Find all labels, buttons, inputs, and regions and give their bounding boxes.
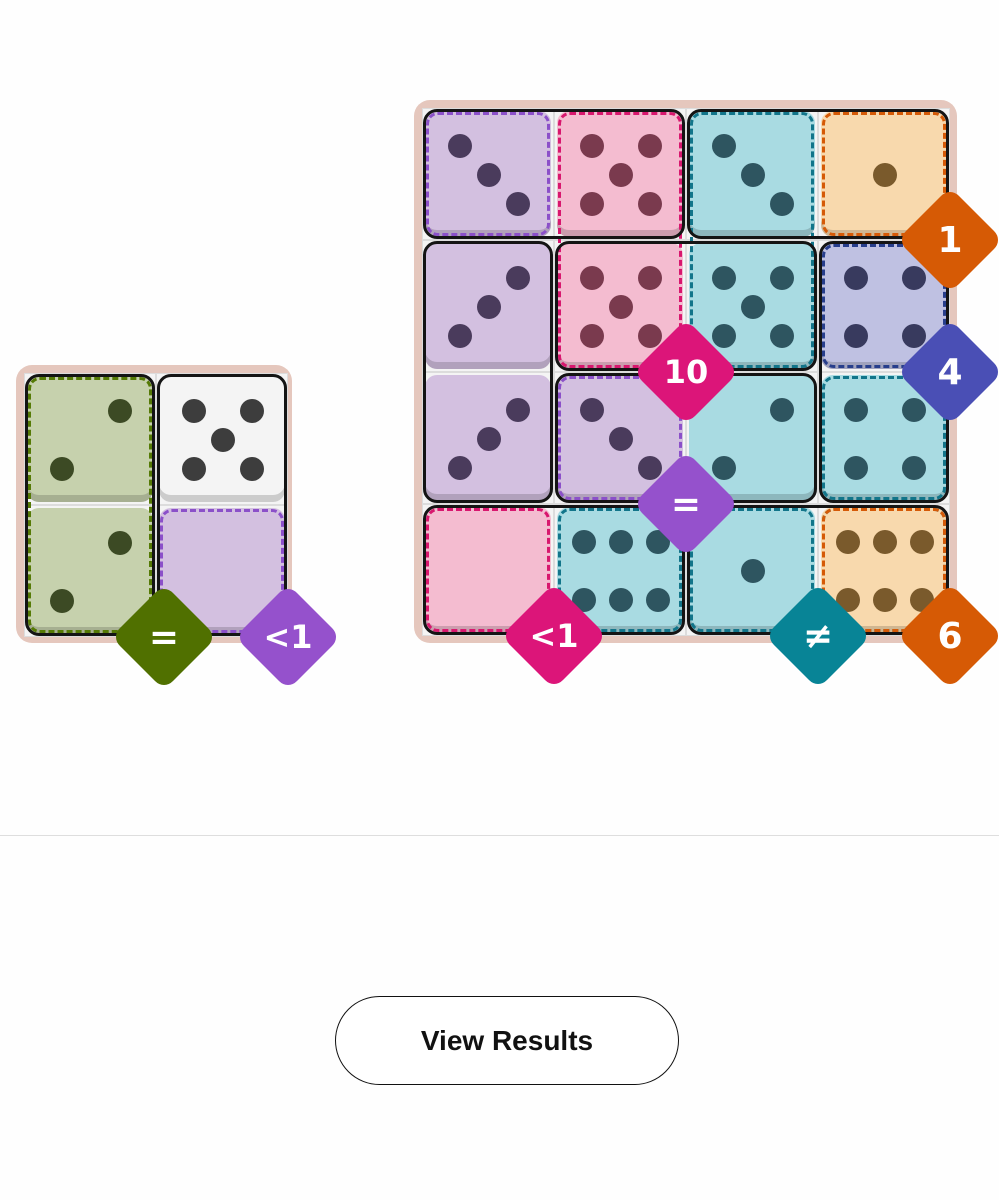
die-pip xyxy=(770,192,795,217)
constraint-badge: 10 xyxy=(634,320,738,424)
die-pip xyxy=(770,397,795,422)
die-pip xyxy=(447,324,472,349)
die-pip xyxy=(579,133,604,158)
constraint-label: <1 xyxy=(263,618,313,656)
die-pip xyxy=(609,588,633,613)
die-pip xyxy=(181,457,206,482)
board-cell[interactable] xyxy=(686,108,818,240)
die-pip xyxy=(609,295,633,319)
die-pip xyxy=(579,397,604,422)
die-pip xyxy=(873,588,897,613)
constraint-label: 4 xyxy=(937,351,963,393)
board-cell[interactable] xyxy=(554,108,686,240)
die-pip xyxy=(638,192,663,217)
die-pip xyxy=(579,265,604,290)
die-pip xyxy=(108,398,133,423)
die-pip xyxy=(609,163,633,187)
die-pip xyxy=(447,456,472,481)
die-pip xyxy=(211,428,235,452)
die-pip xyxy=(843,456,868,481)
constraint-label: ≠ xyxy=(802,615,834,657)
view-results-button[interactable]: View Results xyxy=(335,996,679,1085)
die-pip xyxy=(477,163,501,187)
die-pip xyxy=(741,163,765,187)
constraint-badge: ≠ xyxy=(766,584,870,688)
constraint-badge: 6 xyxy=(898,584,999,688)
die-pip xyxy=(609,529,633,554)
die-pip xyxy=(49,457,74,482)
board-cell[interactable] xyxy=(156,373,288,505)
die-pip xyxy=(645,588,670,613)
die-pip xyxy=(836,529,861,554)
constraint-label: 1 xyxy=(937,219,963,261)
die-pip xyxy=(572,529,597,554)
die-pip xyxy=(506,265,531,290)
die-pip xyxy=(240,457,265,482)
constraint-label: <1 xyxy=(529,617,579,655)
die-pip xyxy=(873,529,897,554)
die-pip xyxy=(902,456,927,481)
constraint-label: = xyxy=(670,483,702,525)
constraint-label: 10 xyxy=(663,353,709,391)
die-pip xyxy=(741,295,765,319)
die-pip xyxy=(579,192,604,217)
die-pip xyxy=(609,427,633,451)
die-pip xyxy=(843,324,868,349)
constraint-badge: = xyxy=(112,585,216,689)
constraint-badge: <1 xyxy=(236,585,340,689)
die-pip xyxy=(741,559,765,583)
die-pip xyxy=(638,133,663,158)
constraint-label: = xyxy=(148,616,180,658)
die-pip xyxy=(843,397,868,422)
board-cell[interactable] xyxy=(422,240,554,372)
section-divider xyxy=(0,835,999,836)
die-pip xyxy=(108,530,133,555)
die-pip xyxy=(638,265,663,290)
die-pip xyxy=(506,397,531,422)
die-pip xyxy=(770,265,795,290)
die-pip xyxy=(909,529,934,554)
die-pip xyxy=(477,295,501,319)
die-pip xyxy=(770,324,795,349)
board-cell[interactable] xyxy=(422,372,554,504)
die-pip xyxy=(506,192,531,217)
die-pip xyxy=(181,398,206,423)
die-pip xyxy=(711,265,736,290)
board-cell[interactable] xyxy=(24,373,156,505)
die-pip xyxy=(873,163,897,187)
die-face xyxy=(27,376,153,502)
constraint-badge: = xyxy=(634,452,738,556)
die-pip xyxy=(711,133,736,158)
die-pip xyxy=(49,589,74,614)
die-pip xyxy=(240,398,265,423)
board-cell[interactable] xyxy=(422,108,554,240)
constraint-badge: 1 xyxy=(898,188,999,292)
die-pip xyxy=(477,427,501,451)
die-pip xyxy=(579,324,604,349)
die-pip xyxy=(447,133,472,158)
constraint-badge: 4 xyxy=(898,320,999,424)
constraint-badge: <1 xyxy=(502,584,606,688)
die-pip xyxy=(843,265,868,290)
constraint-label: 6 xyxy=(937,615,963,657)
